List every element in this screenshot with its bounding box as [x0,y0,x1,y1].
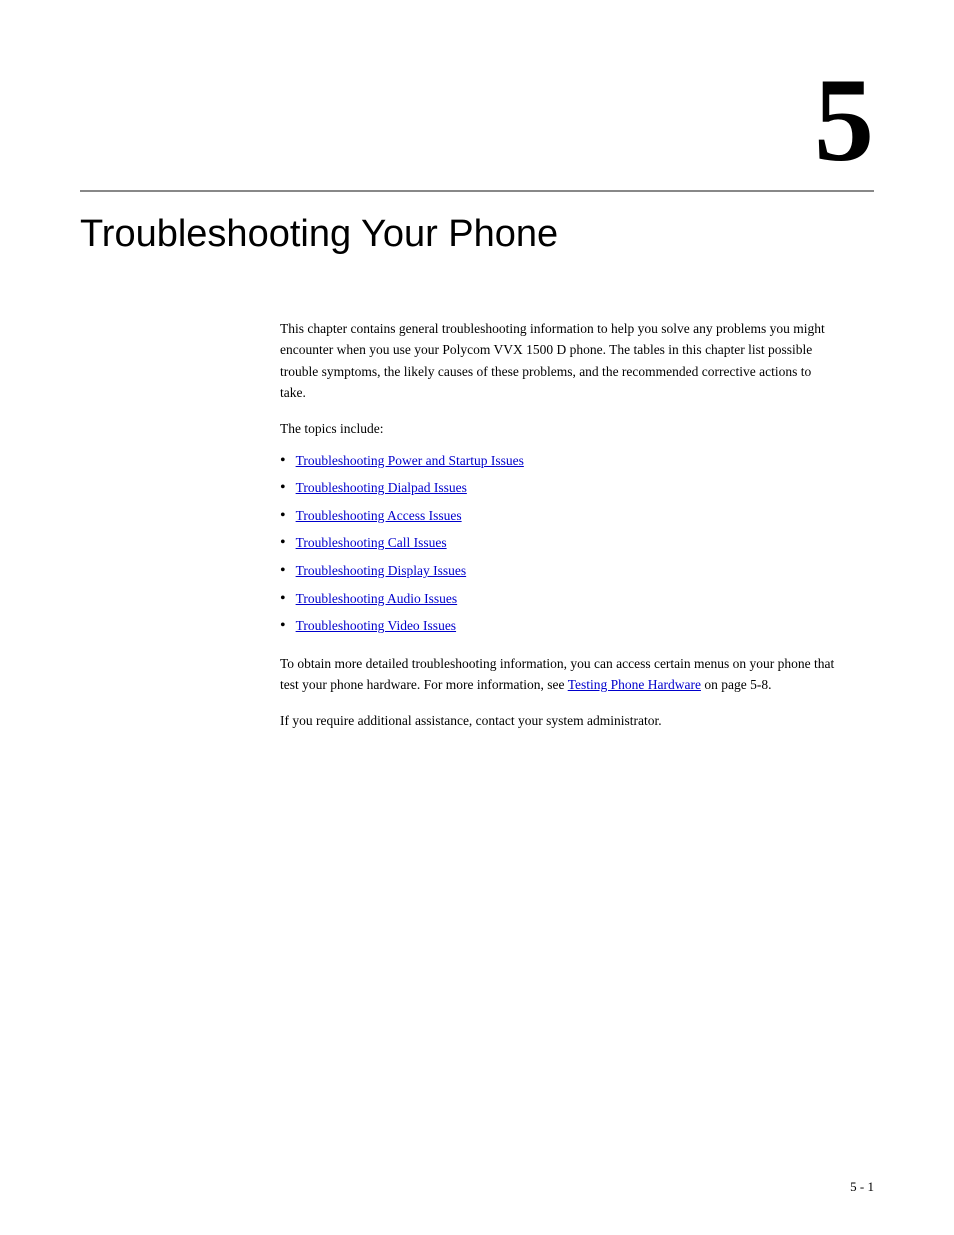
link-audio[interactable]: Troubleshooting Audio Issues [296,588,458,610]
page-number: 5 - 1 [850,1179,874,1195]
bullet-icon: • [280,453,286,469]
link-access[interactable]: Troubleshooting Access Issues [296,505,462,527]
chapter-divider [80,190,874,192]
footer-paragraph-2: If you require additional assistance, co… [280,710,840,732]
topics-list: • Troubleshooting Power and Startup Issu… [280,450,840,637]
link-video[interactable]: Troubleshooting Video Issues [296,615,456,637]
link-call[interactable]: Troubleshooting Call Issues [296,532,447,554]
list-item: • Troubleshooting Access Issues [280,505,840,527]
link-testing-hardware[interactable]: Testing Phone Hardware [568,677,701,692]
intro-paragraph: This chapter contains general troublesho… [280,318,840,404]
list-item: • Troubleshooting Display Issues [280,560,840,582]
chapter-number: 5 [80,60,874,180]
list-item: • Troubleshooting Power and Startup Issu… [280,450,840,472]
bullet-icon: • [280,480,286,496]
bullet-icon: • [280,535,286,551]
bullet-icon: • [280,563,286,579]
list-item: • Troubleshooting Call Issues [280,532,840,554]
list-item: • Troubleshooting Audio Issues [280,588,840,610]
topics-label: The topics include: [280,418,840,440]
footer1-suffix-text: on page 5-8. [701,677,771,692]
link-power-startup[interactable]: Troubleshooting Power and Startup Issues [296,450,524,472]
chapter-title: Troubleshooting Your Phone [80,212,874,258]
list-item: • Troubleshooting Dialpad Issues [280,477,840,499]
link-dialpad[interactable]: Troubleshooting Dialpad Issues [296,477,467,499]
bullet-icon: • [280,508,286,524]
footer-paragraph-1: To obtain more detailed troubleshooting … [280,653,840,696]
list-item: • Troubleshooting Video Issues [280,615,840,637]
link-display[interactable]: Troubleshooting Display Issues [296,560,467,582]
bullet-icon: • [280,618,286,634]
bullet-icon: • [280,591,286,607]
page: 5 Troubleshooting Your Phone This chapte… [0,0,954,1235]
content-area: This chapter contains general troublesho… [280,318,840,732]
